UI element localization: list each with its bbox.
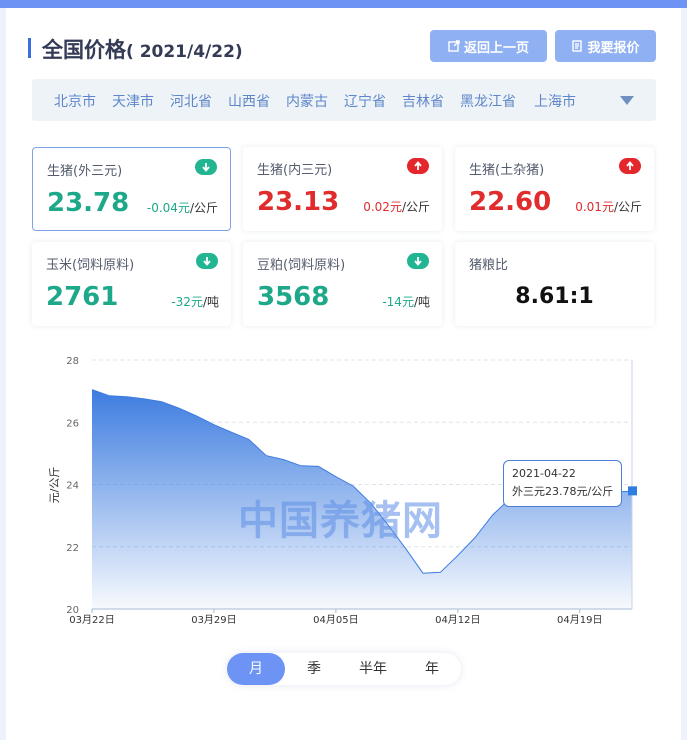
tooltip-value: 外三元23.78元/公斤 <box>512 485 614 498</box>
tab-quarter[interactable]: 季 <box>285 653 343 685</box>
highlight-marker <box>628 486 637 496</box>
tab-month[interactable]: 月 <box>227 653 285 685</box>
tooltip-date: 2021-04-22 <box>512 467 576 480</box>
x-tick-label: 04月12日 <box>435 614 480 626</box>
tab-year[interactable]: 年 <box>403 653 461 685</box>
watermark: 中国养猪网 <box>238 498 443 544</box>
y-axis-label: 元/公斤 <box>48 467 61 504</box>
chart-tooltip: 2021-04-22 外三元23.78元/公斤 <box>503 460 622 507</box>
x-tick-label: 04月19日 <box>557 614 602 626</box>
tab-half-year[interactable]: 半年 <box>343 653 403 685</box>
period-tabs: 月 季 半年 年 <box>227 653 461 685</box>
y-tick-label: 28 <box>66 356 79 367</box>
y-tick-label: 22 <box>66 543 79 554</box>
x-tick-label: 04月05日 <box>313 614 358 626</box>
x-tick-label: 03月29日 <box>191 614 236 626</box>
y-tick-label: 24 <box>66 481 79 492</box>
x-tick-label: 03月22日 <box>69 614 114 626</box>
y-tick-label: 26 <box>66 418 79 429</box>
